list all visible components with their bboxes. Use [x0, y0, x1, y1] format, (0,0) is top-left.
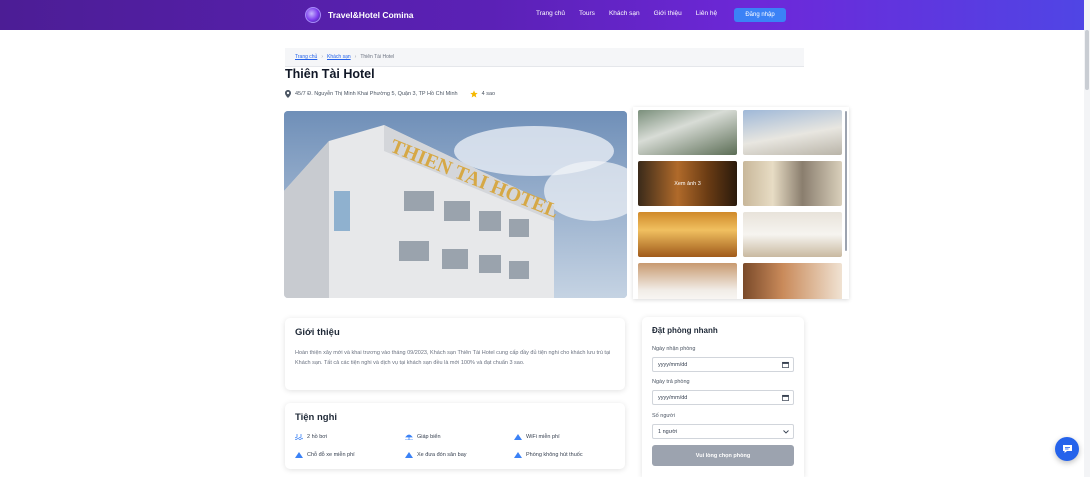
checkin-value: yyyy/mm/dd [658, 361, 688, 368]
site-header: Travel&Hotel Comina Trang chủ Tours Khác… [0, 0, 1090, 30]
shuttle-icon [405, 452, 413, 458]
checkout-date-input[interactable]: yyyy/mm/dd [652, 390, 794, 405]
chat-icon [1062, 445, 1072, 453]
intro-text: Hoàn thiện xây mới và khai trương vào th… [295, 350, 611, 366]
photo-gallery: Xem ảnh 3 [633, 107, 849, 299]
amenity-label: WiFi miễn phí [526, 434, 560, 440]
hotel-address: 45/7 Đ. Nguyễn Thị Minh Khai Phường 5, Q… [295, 91, 458, 97]
gallery-thumb[interactable] [638, 212, 737, 257]
amenities-card: Tiện nghi 2 hồ bơi Giáp biển WiFi miễn p… [285, 403, 625, 469]
amenity-label: Xe đưa đón sân bay [417, 452, 467, 458]
map-pin-icon [285, 90, 291, 98]
brand-logo[interactable]: Travel&Hotel Comina [305, 7, 414, 23]
quick-booking-card: Đặt phòng nhanh Ngày nhận phòng yyyy/mm/… [642, 317, 804, 477]
intro-title: Giới thiệu [295, 327, 340, 338]
star-icon [469, 90, 478, 98]
gallery-scrollbar[interactable] [845, 111, 847, 251]
amenity-label: 2 hồ bơi [307, 434, 328, 440]
guests-value: 1 người [658, 428, 678, 435]
amenities-title: Tiện nghi [295, 412, 338, 423]
scrollbar-thumb[interactable] [1085, 30, 1089, 90]
breadcrumb-hotels[interactable]: Khách sạn [327, 54, 351, 60]
gallery-thumb[interactable] [638, 110, 737, 155]
booking-title: Đặt phòng nhanh [652, 326, 718, 335]
hotel-meta: 45/7 Đ. Nguyễn Thị Minh Khai Phường 5, Q… [285, 90, 495, 98]
amenity-label: Chỗ đỗ xe miễn phí [307, 452, 355, 458]
checkin-label: Ngày nhận phòng [652, 346, 696, 352]
amenity-item: Xe đưa đón sân bay [405, 452, 467, 458]
checkin-date-input[interactable]: yyyy/mm/dd [652, 357, 794, 372]
calendar-icon[interactable] [782, 394, 789, 401]
main-nav: Trang chủ Tours Khách sạn Giới thiệu Liê… [536, 10, 717, 17]
select-room-button[interactable]: Vui lòng chọn phòng [652, 445, 794, 466]
gallery-thumb[interactable]: Xem ảnh 3 [638, 161, 737, 206]
nav-home[interactable]: Trang chủ [536, 10, 565, 17]
breadcrumb: Trang chủ › Khách sạn › Thiên Tài Hotel [285, 48, 804, 67]
breadcrumb-current: Thiên Tài Hotel [360, 54, 395, 60]
main-hotel-photo[interactable]: THIEN TAI HOTEL [284, 111, 627, 298]
pool-icon [295, 434, 303, 440]
amenity-label: Giáp biển [417, 434, 441, 440]
chat-button[interactable] [1055, 437, 1079, 461]
gallery-thumb[interactable] [743, 263, 842, 299]
brand-name: Travel&Hotel Comina [328, 10, 414, 20]
breadcrumb-separator: › [321, 54, 323, 60]
login-button[interactable]: Đăng nhập [734, 8, 786, 22]
amenity-item: Giáp biển [405, 434, 441, 440]
calendar-icon[interactable] [782, 361, 789, 368]
nav-contact[interactable]: Liên hệ [696, 10, 717, 17]
guests-select[interactable]: 1 người [652, 424, 794, 439]
gallery-thumb[interactable] [743, 212, 842, 257]
logo-icon [305, 7, 321, 23]
breadcrumb-home[interactable]: Trang chủ [295, 54, 317, 60]
guests-label: Số người [652, 413, 675, 419]
nav-hotels[interactable]: Khách sạn [609, 10, 640, 17]
breadcrumb-separator: › [354, 54, 357, 60]
intro-card: Giới thiệu Hoàn thiện xây mới và khai tr… [285, 318, 625, 390]
gallery-thumb[interactable] [743, 110, 842, 155]
view-more-photos[interactable]: Xem ảnh 3 [638, 161, 737, 206]
nav-about[interactable]: Giới thiệu [654, 10, 682, 17]
parking-icon [295, 452, 303, 458]
checkout-label: Ngày trả phòng [652, 379, 690, 385]
wifi-icon [514, 434, 522, 440]
gallery-thumb[interactable] [743, 161, 842, 206]
amenity-item: Phòng không hút thuốc [514, 452, 583, 458]
amenity-label: Phòng không hút thuốc [526, 452, 583, 458]
page-title: Thiên Tài Hotel [285, 67, 375, 81]
page-scrollbar[interactable] [1084, 0, 1090, 477]
checkout-value: yyyy/mm/dd [658, 394, 688, 401]
amenity-item: WiFi miễn phí [514, 434, 560, 440]
chevron-down-icon [783, 430, 789, 434]
no-smoking-icon [514, 452, 522, 458]
amenity-item: Chỗ đỗ xe miễn phí [295, 452, 355, 458]
gallery-thumb[interactable] [638, 263, 737, 299]
amenity-item: 2 hồ bơi [295, 434, 327, 440]
hotel-stars: 4 sao [481, 91, 496, 97]
beach-icon [405, 434, 413, 440]
nav-tours[interactable]: Tours [579, 10, 595, 17]
